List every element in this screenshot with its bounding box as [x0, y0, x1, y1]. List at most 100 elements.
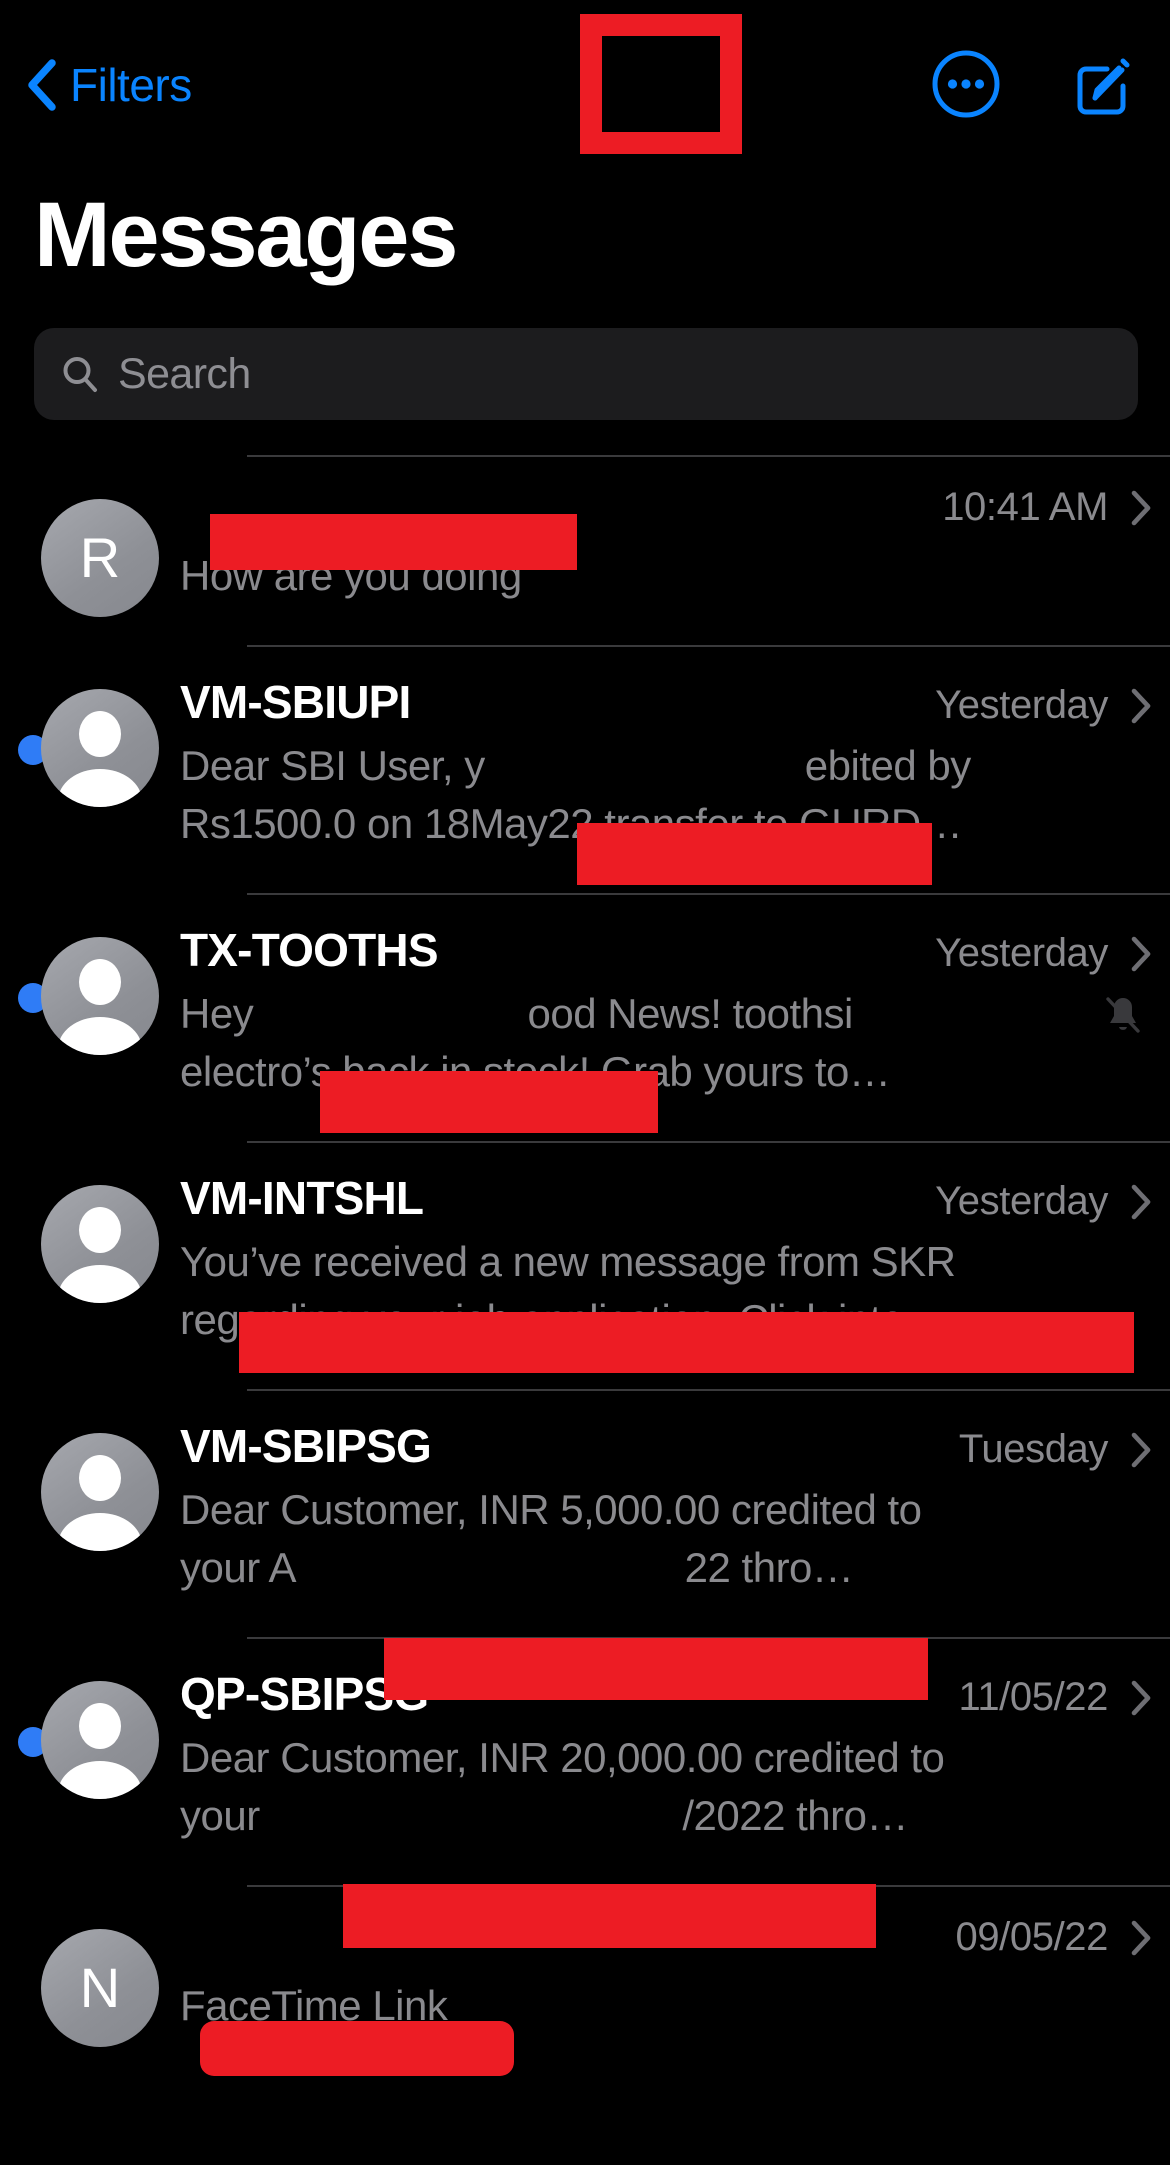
person-icon-body	[58, 769, 142, 807]
avatar: N	[41, 1929, 159, 2047]
search-field[interactable]: Search	[34, 328, 1138, 420]
conversation-row[interactable]: QP-SBIPSG 11/05/22 Dear Customer, INR 20,0…	[0, 1637, 1170, 1885]
back-to-filters-button[interactable]: Filters	[26, 58, 192, 112]
conversation-content: 10:41 AM How are you doing	[180, 455, 1170, 645]
conversation-preview-text: You’ve received a new message from SKR	[180, 1238, 956, 1285]
compose-icon	[1066, 48, 1138, 125]
chevron-right-icon	[1130, 489, 1152, 527]
conversation-preview-text: FaceTime Link	[180, 1982, 448, 2029]
avatar-container	[20, 1637, 180, 1799]
chevron-right-icon	[1130, 1919, 1152, 1957]
person-icon	[79, 1703, 121, 1749]
avatar	[41, 689, 159, 807]
avatar-container: N	[20, 1885, 180, 2047]
conversation-timestamp: Tuesday	[958, 1427, 1109, 1471]
conversation-preview-text: regarding your job application. Click in…	[180, 1296, 946, 1343]
person-icon-body	[58, 1761, 142, 1799]
page-title: Messages	[34, 184, 458, 286]
chevron-right-icon	[1130, 1679, 1152, 1717]
conversation-content: VM-SBIUPI Yesterday Dear SBI User, y ebite…	[180, 645, 1170, 893]
person-icon	[79, 1207, 121, 1253]
more-options-button[interactable]	[928, 48, 1004, 124]
conversation-meta: Tuesday	[959, 1427, 1152, 1472]
conversation-sender-name: VM-SBIPSG	[180, 1420, 431, 1472]
conversation-preview-text: Dear Customer, INR 5,000.00 credited to	[180, 1486, 922, 1533]
row-bottom-spacer	[180, 2035, 1152, 2075]
conversation-preview-text: your A 22 thro…	[180, 1544, 854, 1591]
conversation-sender-name: VM-INTSHL	[180, 1172, 424, 1224]
conversation-preview-text: Dear Customer, INR 20,000.00 credited to	[180, 1734, 945, 1781]
row-bottom-spacer	[180, 605, 1152, 645]
conversation-preview-text: electro’s back in stock! Grab yours to…	[180, 1048, 891, 1095]
person-icon	[79, 959, 121, 1005]
person-icon	[79, 1455, 121, 1501]
conversation-sender-name: QP-SBIPSG	[180, 1668, 429, 1720]
row-bottom-spacer	[180, 1349, 1152, 1389]
chevron-left-icon	[26, 58, 56, 112]
conversation-header-line: QP-SBIPSG 11/05/22	[180, 1667, 1152, 1729]
conversation-content: 09/05/22 FaceTime Link	[180, 1885, 1170, 2075]
avatar-initial: N	[79, 1956, 121, 2019]
conversation-timestamp: 11/05/22	[958, 1675, 1108, 1719]
conversation-header-line: VM-SBIPSG Tuesday	[180, 1419, 1152, 1481]
conversation-meta: Yesterday	[935, 683, 1152, 728]
conversation-header-line: VM-SBIUPI Yesterday	[180, 675, 1152, 737]
row-bottom-spacer	[180, 853, 1152, 893]
conversation-meta: 11/05/22	[958, 1675, 1152, 1720]
avatar-container: R	[20, 455, 180, 617]
more-circle-icon	[930, 48, 1002, 125]
avatar	[41, 937, 159, 1055]
annotation-highlight-box	[580, 14, 742, 154]
conversation-preview-text: Dear SBI User, y ebited by	[180, 742, 971, 789]
conversation-list: R 10:41 AM How are you doing VM-SBIUPI Yeste…	[0, 455, 1170, 2075]
avatar-container	[20, 893, 180, 1055]
conversation-timestamp: 09/05/22	[955, 1915, 1108, 1959]
conversation-header-line: 10:41 AM	[180, 485, 1152, 547]
navigation-bar: Filters	[0, 0, 1170, 200]
conversation-meta: Yesterday	[935, 931, 1152, 976]
nav-actions	[928, 48, 1140, 124]
conversation-row[interactable]: TX-TOOTHS Yesterday Hey ood News! toothsi e…	[0, 893, 1170, 1141]
conversation-row[interactable]: N 09/05/22 FaceTime Link	[0, 1885, 1170, 2075]
row-bottom-spacer	[180, 1597, 1152, 1637]
avatar: R	[41, 499, 159, 617]
conversation-preview-text: your /2022 thro…	[180, 1792, 908, 1839]
conversation-row[interactable]: VM-INTSHL Yesterday You’ve received a new …	[0, 1141, 1170, 1389]
conversation-content: VM-SBIPSG Tuesday Dear Customer, INR 5,000…	[180, 1389, 1170, 1637]
row-bottom-spacer	[180, 1845, 1152, 1885]
person-icon-body	[58, 1017, 142, 1055]
conversation-header-line: VM-INTSHL Yesterday	[180, 1171, 1152, 1233]
conversation-meta: 10:41 AM	[942, 485, 1152, 530]
conversation-header-line: 09/05/22	[180, 1915, 1152, 1977]
chevron-right-icon	[1130, 1431, 1152, 1469]
person-icon-body	[58, 1265, 142, 1303]
compose-message-button[interactable]	[1064, 48, 1140, 124]
conversation-timestamp: Yesterday	[935, 931, 1108, 975]
conversation-meta: Yesterday	[935, 1179, 1152, 1224]
avatar	[41, 1185, 159, 1303]
conversation-timestamp: Yesterday	[935, 683, 1108, 727]
conversation-meta: 09/05/22	[955, 1915, 1152, 1960]
avatar-initial: R	[79, 526, 121, 589]
row-bottom-spacer	[180, 1101, 1152, 1141]
conversation-timestamp: Yesterday	[935, 1179, 1108, 1223]
avatar	[41, 1681, 159, 1799]
chevron-right-icon	[1130, 935, 1152, 973]
conversation-row[interactable]: R 10:41 AM How are you doing	[0, 455, 1170, 645]
avatar-container	[20, 1141, 180, 1303]
search-icon	[60, 354, 100, 394]
person-icon-body	[58, 1513, 142, 1551]
avatar	[41, 1433, 159, 1551]
search-placeholder: Search	[118, 349, 251, 398]
chevron-right-icon	[1130, 687, 1152, 725]
chevron-right-icon	[1130, 1183, 1152, 1221]
conversation-row[interactable]: VM-SBIUPI Yesterday Dear SBI User, y ebite…	[0, 645, 1170, 893]
avatar-container	[20, 645, 180, 807]
conversation-preview-text: Rs1500.0 on 18May22 transfer to GURD…	[180, 800, 963, 847]
conversation-content: QP-SBIPSG 11/05/22 Dear Customer, INR 20,0…	[180, 1637, 1170, 1885]
conversation-content: VM-INTSHL Yesterday You’ve received a new …	[180, 1141, 1170, 1389]
conversation-timestamp: 10:41 AM	[942, 485, 1108, 529]
back-button-label: Filters	[70, 59, 192, 111]
conversation-row[interactable]: VM-SBIPSG Tuesday Dear Customer, INR 5,000…	[0, 1389, 1170, 1637]
bell-slash-icon	[1100, 991, 1146, 1037]
